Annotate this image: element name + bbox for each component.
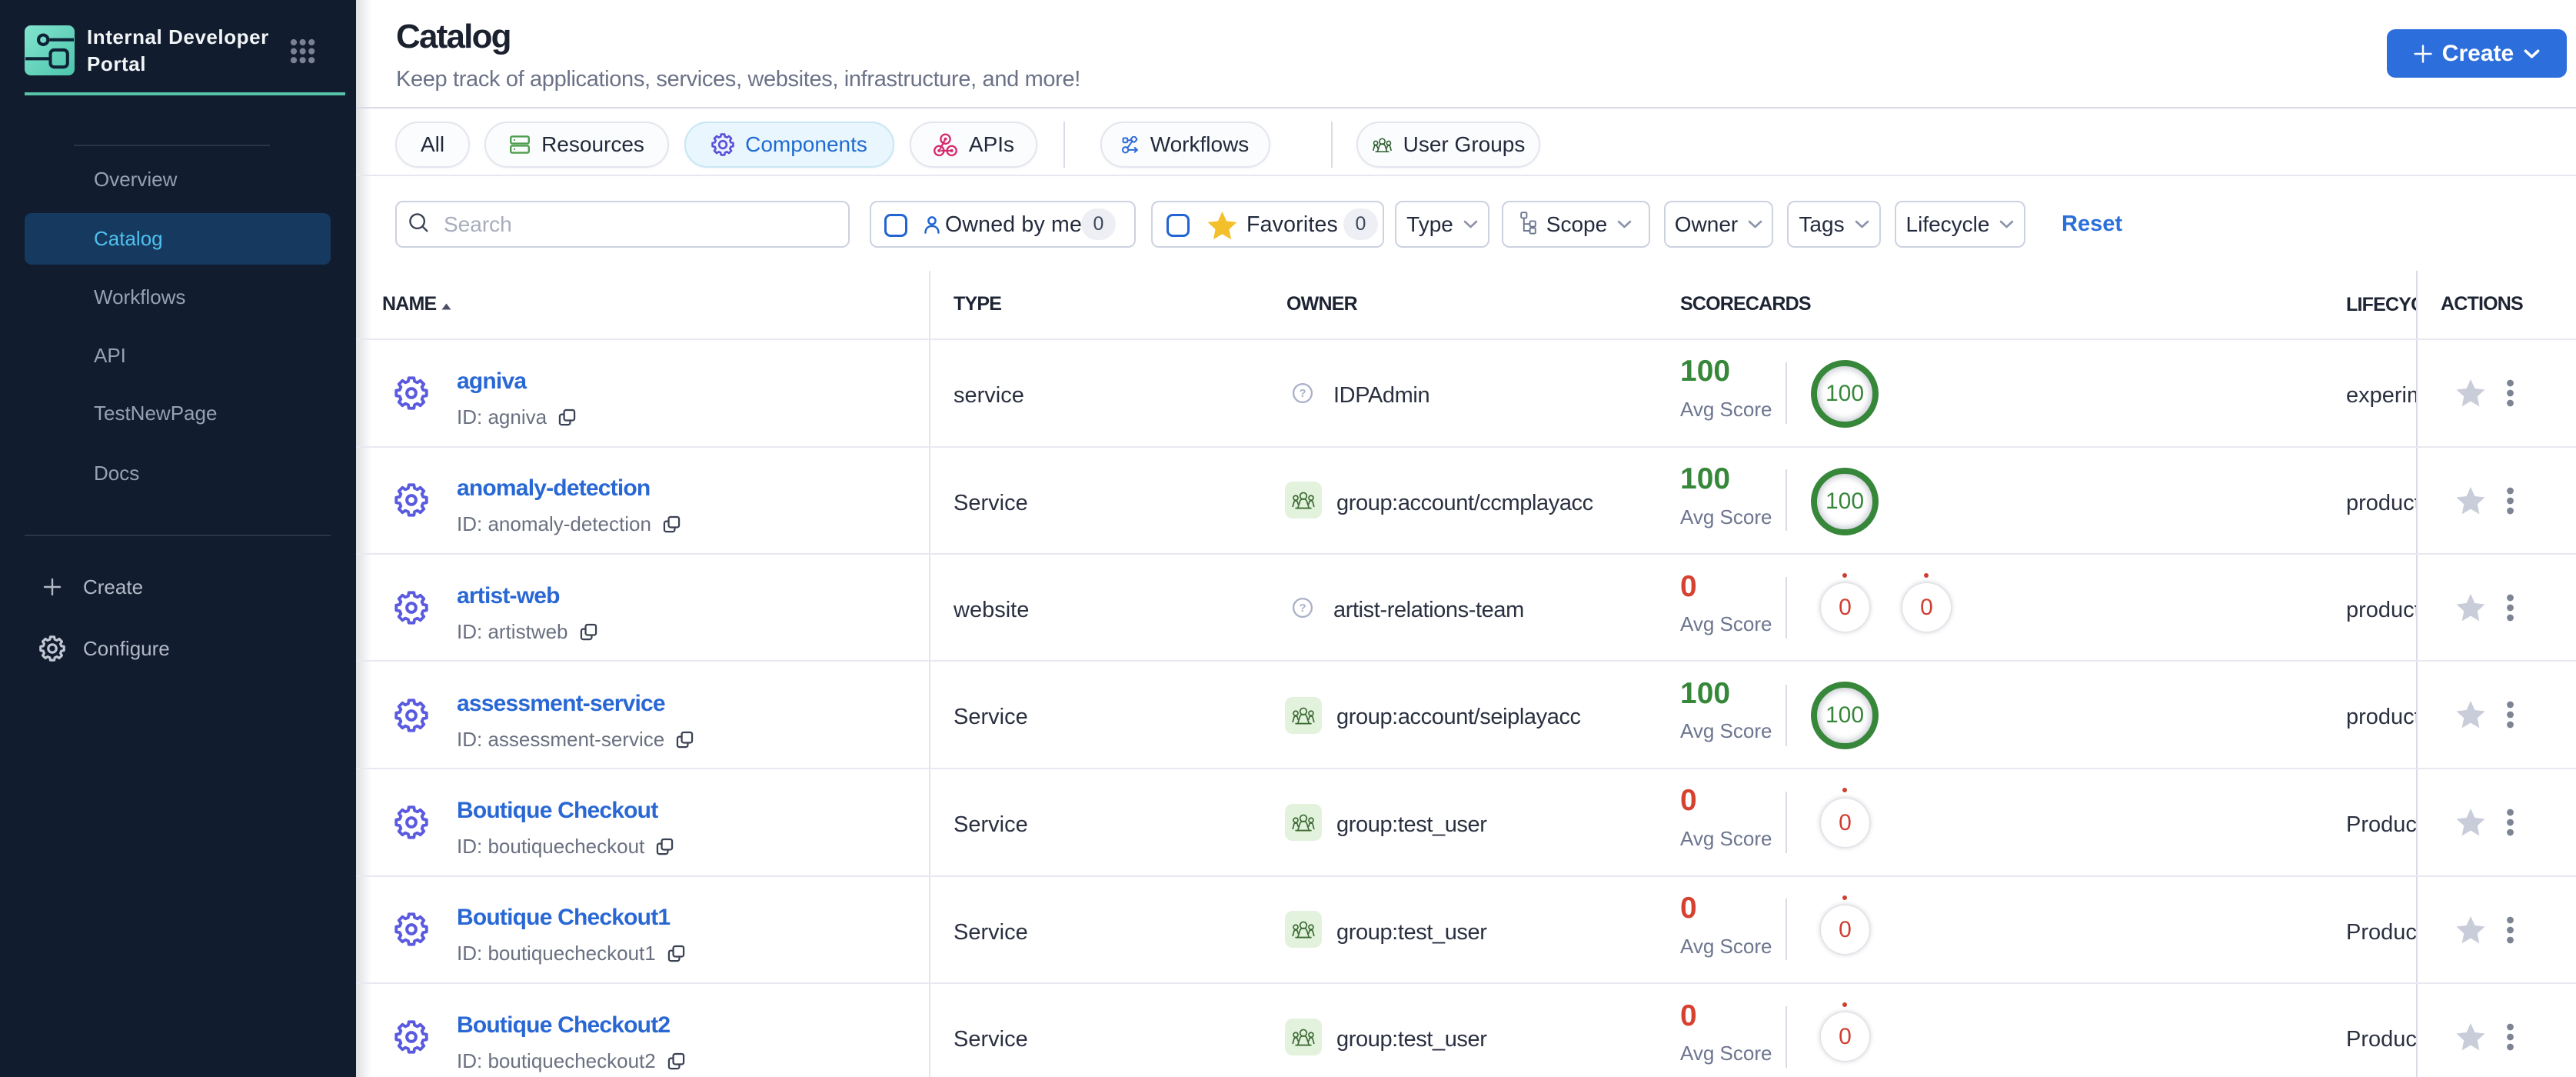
svg-text:?: ? bbox=[1299, 602, 1306, 615]
svg-text:?: ? bbox=[1299, 388, 1306, 400]
